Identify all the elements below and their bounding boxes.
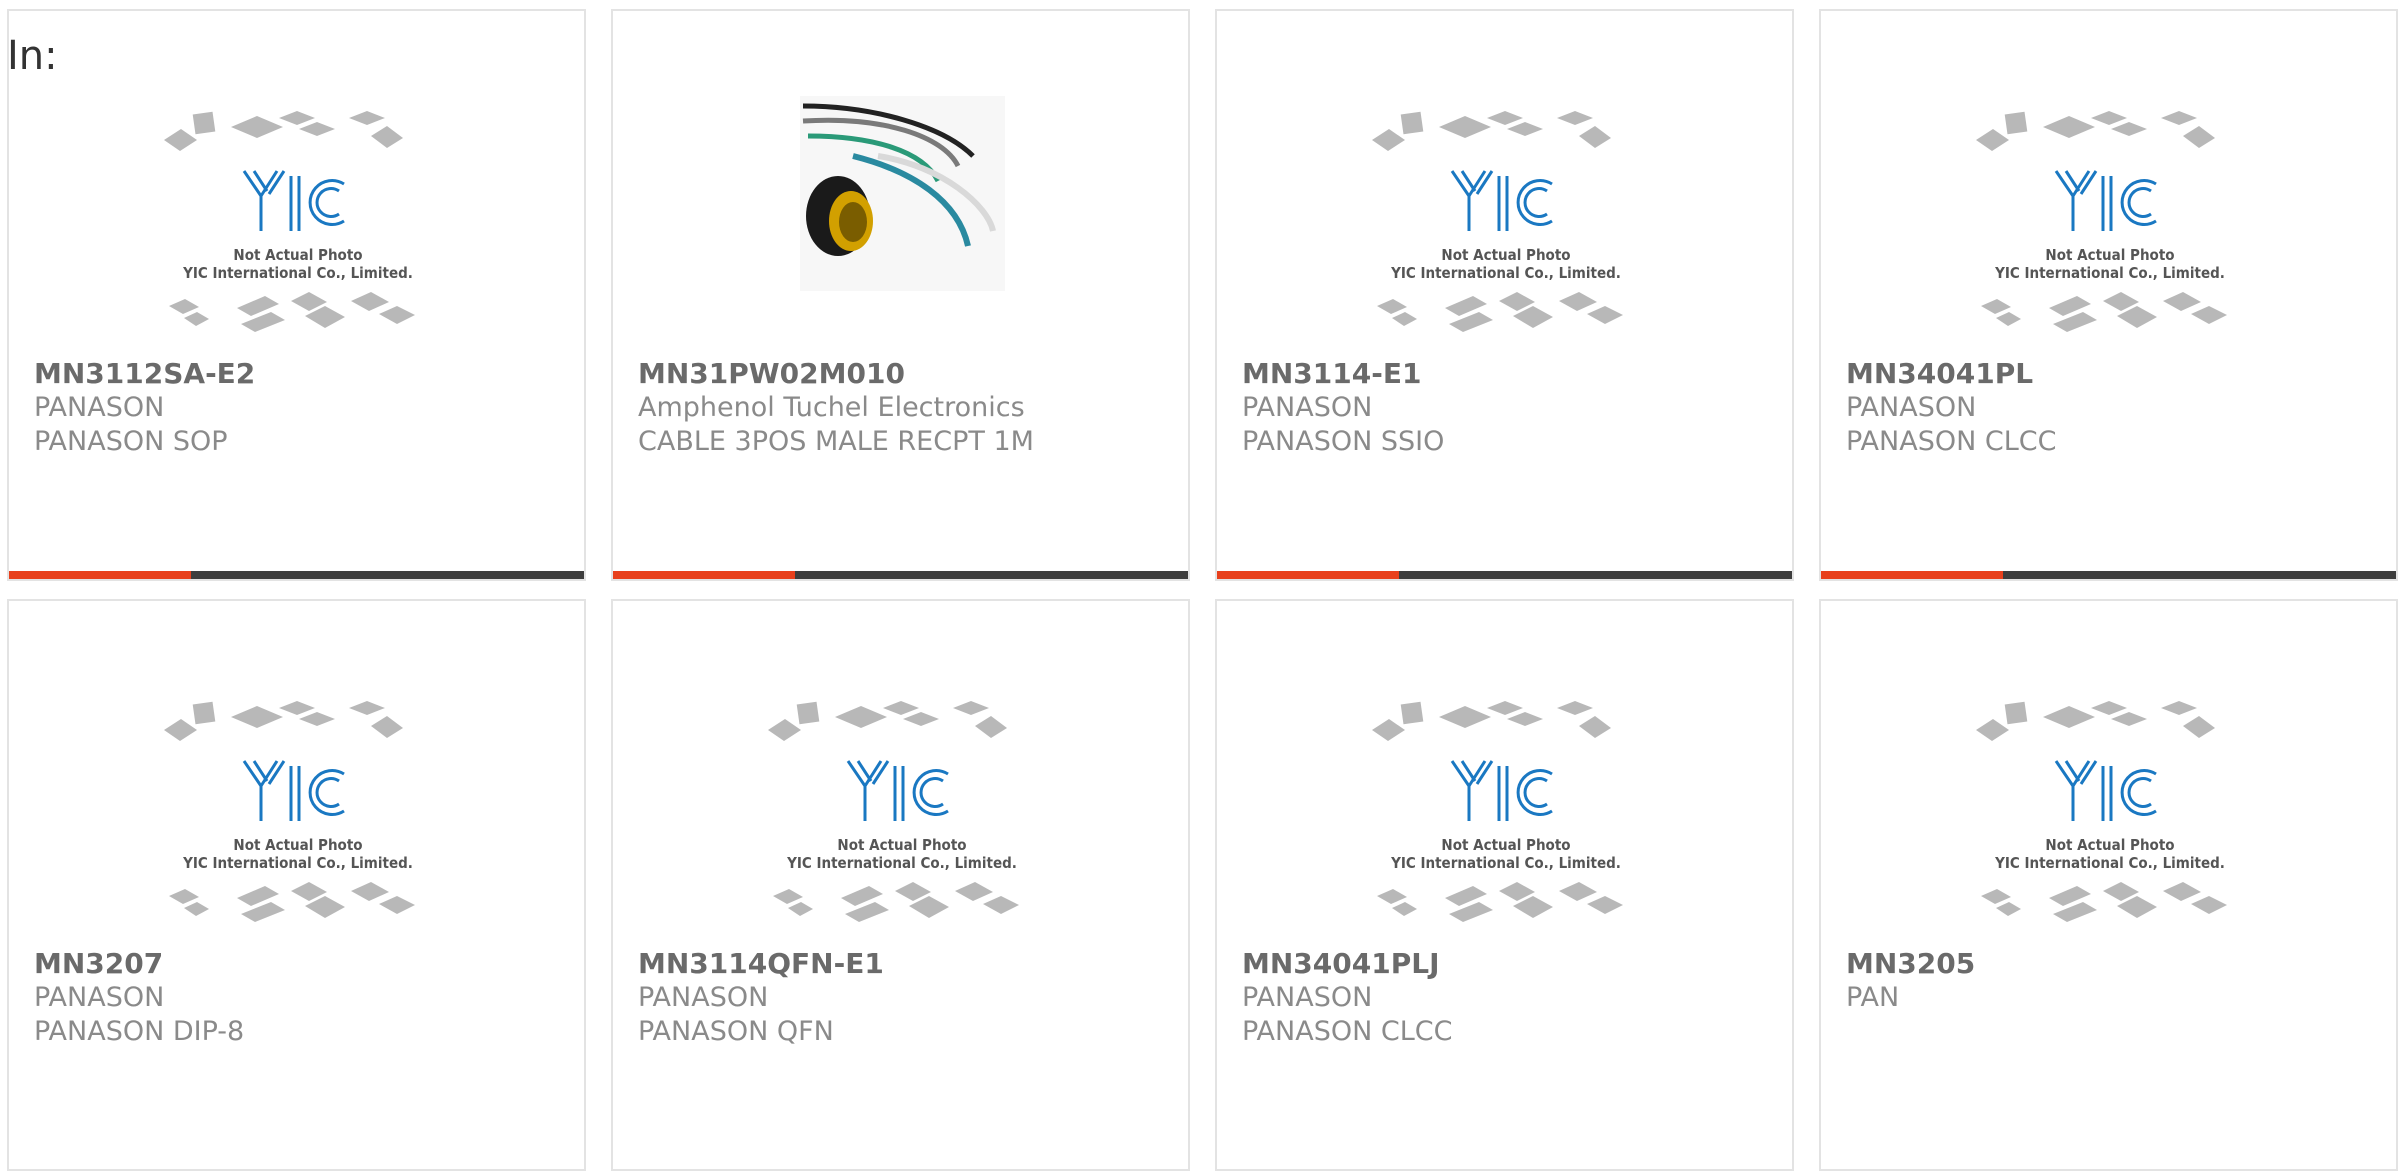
manufacturer: Amphenol Tuchel Electronics (638, 392, 1025, 423)
product-image: Not Actual Photo YIC International Co., … (1821, 686, 2396, 946)
product-image (613, 96, 1188, 356)
svg-text:YIC International Co., Limited: YIC International Co., Limited. (1390, 854, 1621, 872)
part-number[interactable]: MN34041PLJ (1242, 947, 1440, 980)
card-accent (9, 571, 191, 579)
svg-text:Not Actual Photo: Not Actual Photo (233, 836, 362, 854)
description: PANASON SSIO (1242, 426, 1445, 457)
svg-text:Not Actual Photo: Not Actual Photo (837, 836, 966, 854)
not-actual-photo-placeholder-icon: Not Actual Photo YIC International Co., … (164, 701, 415, 922)
card-bottom-bar (9, 571, 584, 579)
svg-text:YIC International Co., Limited: YIC International Co., Limited. (182, 264, 413, 282)
description: PANASON SOP (34, 426, 228, 457)
svg-text:YIC International Co., Limited: YIC International Co., Limited. (786, 854, 1017, 872)
product-card[interactable]: Not Actual Photo YIC International Co., … (7, 599, 586, 1171)
part-number[interactable]: MN3112SA-E2 (34, 357, 255, 390)
manufacturer: PANASON (1242, 982, 1373, 1013)
not-actual-photo-placeholder-icon: Not Actual Photo YIC International Co., … (1372, 111, 1623, 332)
description: PANASON CLCC (1242, 1016, 1453, 1047)
part-number[interactable]: MN3205 (1846, 947, 1975, 980)
svg-text:Not Actual Photo: Not Actual Photo (233, 246, 362, 264)
product-image: Not Actual Photo YIC International Co., … (9, 96, 584, 356)
part-number[interactable]: MN3207 (34, 947, 163, 980)
svg-text:YIC International Co., Limited: YIC International Co., Limited. (1390, 264, 1621, 282)
product-image: Not Actual Photo YIC International Co., … (1217, 96, 1792, 356)
not-actual-photo-placeholder-icon: Not Actual Photo YIC International Co., … (1372, 701, 1623, 922)
product-card[interactable]: Not Actual Photo YIC International Co., … (7, 9, 586, 581)
product-image: Not Actual Photo YIC International Co., … (1217, 686, 1792, 946)
svg-text:YIC International Co., Limited: YIC International Co., Limited. (1994, 264, 2225, 282)
product-card[interactable]: Not Actual Photo YIC International Co., … (1215, 9, 1794, 581)
manufacturer: PAN (1846, 982, 1900, 1013)
product-card[interactable]: MN31PW02M010 Amphenol Tuchel Electronics… (611, 9, 1190, 581)
svg-text:YIC International Co., Limited: YIC International Co., Limited. (1994, 854, 2225, 872)
part-number[interactable]: MN34041PL (1846, 357, 2033, 390)
filter-label: In: (7, 33, 58, 79)
part-number[interactable]: MN3114-E1 (1242, 357, 1421, 390)
card-accent (1821, 571, 2003, 579)
product-grid: Not Actual Photo YIC International Co., … (0, 0, 2400, 1171)
not-actual-photo-placeholder-icon: Not Actual Photo YIC International Co., … (1976, 701, 2227, 922)
card-bottom-bar (613, 571, 1188, 579)
not-actual-photo-placeholder-icon: Not Actual Photo YIC International Co., … (164, 111, 415, 332)
svg-text:Not Actual Photo: Not Actual Photo (1441, 246, 1570, 264)
svg-text:Not Actual Photo: Not Actual Photo (2045, 836, 2174, 854)
manufacturer: PANASON (1242, 392, 1373, 423)
svg-text:Not Actual Photo: Not Actual Photo (1441, 836, 1570, 854)
card-bottom-bar (1821, 571, 2396, 579)
product-card[interactable]: Not Actual Photo YIC International Co., … (1819, 9, 2398, 581)
not-actual-photo-placeholder-icon: Not Actual Photo YIC International Co., … (768, 701, 1019, 922)
manufacturer: PANASON (638, 982, 769, 1013)
product-image: Not Actual Photo YIC International Co., … (9, 686, 584, 946)
description: CABLE 3POS MALE RECPT 1M (638, 426, 1034, 457)
card-bottom-bar (1217, 571, 1792, 579)
not-actual-photo-placeholder-icon: Not Actual Photo YIC International Co., … (1976, 111, 2227, 332)
part-number[interactable]: MN31PW02M010 (638, 357, 905, 390)
manufacturer: PANASON (34, 982, 165, 1013)
product-image: Not Actual Photo YIC International Co., … (1821, 96, 2396, 356)
manufacturer: PANASON (34, 392, 165, 423)
part-number[interactable]: MN3114QFN-E1 (638, 947, 884, 980)
cable-connector-photo-icon (800, 96, 1005, 291)
product-card[interactable]: Not Actual Photo YIC International Co., … (611, 599, 1190, 1171)
product-card[interactable]: Not Actual Photo YIC International Co., … (1215, 599, 1794, 1171)
product-image: Not Actual Photo YIC International Co., … (613, 686, 1188, 946)
svg-text:Not Actual Photo: Not Actual Photo (2045, 246, 2174, 264)
svg-text:YIC International Co., Limited: YIC International Co., Limited. (182, 854, 413, 872)
description: PANASON QFN (638, 1016, 834, 1047)
product-card[interactable]: Not Actual Photo YIC International Co., … (1819, 599, 2398, 1171)
card-accent (613, 571, 795, 579)
description: PANASON DIP-8 (34, 1016, 245, 1047)
manufacturer: PANASON (1846, 392, 1977, 423)
card-accent (1217, 571, 1399, 579)
description: PANASON CLCC (1846, 426, 2057, 457)
